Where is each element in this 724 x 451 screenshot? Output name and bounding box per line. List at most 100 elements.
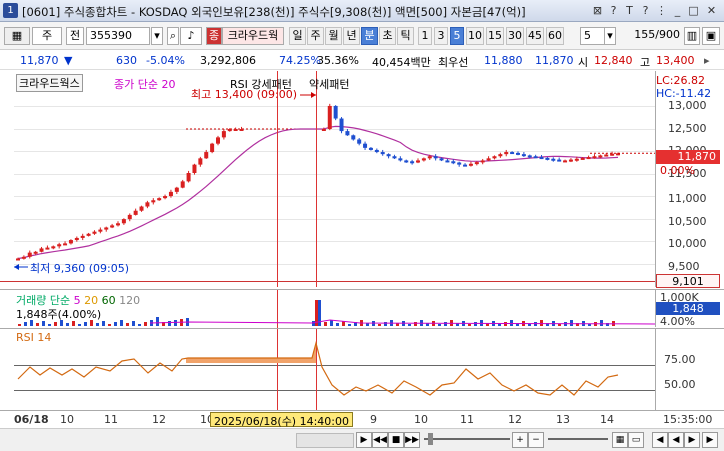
interval-tab[interactable]: 30 <box>506 27 524 45</box>
code-dropdown-icon[interactable]: ▾ <box>151 27 163 45</box>
candle <box>421 158 426 161</box>
date-tick: 14 <box>600 413 614 426</box>
stock-legend[interactable]: 크라우드웍스 <box>16 74 83 92</box>
info-expand-icon[interactable]: ▸ <box>704 54 710 67</box>
max-label: 최고 13,400 (09:00) <box>191 88 298 101</box>
rsi-legend[interactable]: RSI 14 <box>16 331 51 344</box>
volume-bar <box>168 321 171 326</box>
volume-ma-120: 120 <box>119 294 141 307</box>
period-tab[interactable]: 년 <box>343 27 360 45</box>
candle <box>180 181 185 188</box>
candle <box>163 196 168 199</box>
high-label: 고 <box>640 56 651 69</box>
scroll-track[interactable] <box>296 433 354 448</box>
candle <box>580 157 585 160</box>
date-tick: 12 <box>152 413 166 426</box>
rewind-icon[interactable]: ◀◀ <box>372 432 388 448</box>
rsi-fill <box>186 343 316 363</box>
save-icon[interactable]: ▣ <box>702 27 720 45</box>
price-tick: 11,000 <box>668 192 707 205</box>
candle <box>598 155 603 158</box>
chart-settings-icon[interactable]: ▥ <box>684 27 700 45</box>
period-tab[interactable]: 틱 <box>397 27 414 45</box>
interval-tab[interactable]: 1 <box>418 27 432 45</box>
open-label: 시 <box>578 56 589 69</box>
volume-bar <box>78 324 81 326</box>
zoom-in-icon[interactable]: + <box>512 432 528 448</box>
interval-tab[interactable]: 15 <box>486 27 504 45</box>
interval-dropdown-icon[interactable]: ▾ <box>604 27 616 45</box>
nav-last-icon[interactable]: ▶ <box>702 432 718 448</box>
interval-tab[interactable]: 60 <box>546 27 564 45</box>
candle <box>527 155 532 158</box>
candle <box>451 161 456 164</box>
close-icon[interactable]: ✕ <box>704 3 719 18</box>
zoom-out-icon[interactable]: − <box>528 432 544 448</box>
maximize-icon[interactable]: □ <box>686 3 701 18</box>
interval-tab[interactable]: 45 <box>526 27 544 45</box>
interval-tab[interactable]: 5 <box>450 27 464 45</box>
rate-value-2: 35.36% <box>317 54 359 67</box>
volume-current-badge: 1,848 <box>656 302 720 315</box>
rsi-chart[interactable] <box>0 329 655 411</box>
interval-tab[interactable]: 10 <box>466 27 484 45</box>
speed-slider-handle[interactable] <box>428 433 433 445</box>
candle <box>480 160 485 163</box>
volume-panel: 거래량 단순 5 20 60 120 1,848주(4.00%) <box>0 289 655 328</box>
candle <box>321 129 326 131</box>
price-panel: 크라우드웍스 종가 단순 20 RSI 강세패턴 약세패턴 최고 13,400 … <box>0 71 655 287</box>
period-tab[interactable]: 분 <box>361 27 378 45</box>
candle <box>51 246 56 249</box>
candle <box>16 258 20 261</box>
candle <box>92 231 97 234</box>
candle <box>198 158 203 165</box>
candle <box>151 200 156 203</box>
candle <box>98 229 103 232</box>
zoom-slider[interactable] <box>548 438 608 440</box>
date-tick: 06/18 <box>14 413 49 426</box>
help-icon[interactable]: ? <box>638 3 653 18</box>
nav-next-icon[interactable]: ▶ <box>684 432 700 448</box>
count-value[interactable]: 155 <box>634 28 655 41</box>
interval-tab[interactable]: 3 <box>434 27 448 45</box>
candle <box>21 256 26 259</box>
speed-slider[interactable] <box>424 438 510 440</box>
sound-icon[interactable]: ♪ <box>180 27 202 45</box>
candle <box>174 187 179 192</box>
candle <box>498 154 503 157</box>
ma-legend[interactable]: 종가 단순 20 <box>114 76 175 92</box>
stop-icon[interactable]: ■ <box>388 432 404 448</box>
market-select[interactable]: 주 <box>32 27 62 45</box>
window-title: [0601] 주식종합차트 - KOSDAQ 외국인보유[238(천)] 주식수… <box>22 5 526 19</box>
period-tab[interactable]: 일 <box>289 27 306 45</box>
code-input[interactable]: 355390 <box>86 27 150 45</box>
volume-bar <box>468 324 471 326</box>
grid-icon[interactable]: ▦ <box>612 432 628 448</box>
period-tab[interactable]: 주 <box>307 27 324 45</box>
more-icon[interactable]: ⋮ <box>654 3 669 18</box>
prev-button[interactable]: 전 <box>66 27 84 45</box>
period-tab[interactable]: 월 <box>325 27 342 45</box>
toolbar: ▦ 주 전 355390 ▾ ⌕ ♪ 종 크라우드웍 일주월년분초틱 1 3 5 10… <box>0 22 724 50</box>
candle <box>604 154 609 157</box>
weak-pattern-legend[interactable]: 약세패턴 <box>309 76 349 92</box>
search-icon[interactable]: ⌕ <box>167 27 179 45</box>
tip-icon[interactable]: ? <box>606 3 621 18</box>
forward-icon[interactable]: ▶▶ <box>404 432 420 448</box>
layout-icon[interactable]: ▦ <box>4 27 30 45</box>
nav-prev-icon[interactable]: ◀ <box>668 432 684 448</box>
candle <box>574 158 579 161</box>
candle <box>45 247 50 250</box>
period-tab[interactable]: 초 <box>379 27 396 45</box>
pin-icon[interactable]: T <box>622 3 637 18</box>
fit-icon[interactable]: ▭ <box>628 432 644 448</box>
app-icon: 1 <box>3 3 18 18</box>
price-chart[interactable] <box>0 71 655 287</box>
price-tick: 10,000 <box>668 237 707 250</box>
play-icon[interactable]: ▶ <box>356 432 372 448</box>
link-icon[interactable]: ⊠ <box>590 3 605 18</box>
cursor-value-badge: 9,101 <box>656 274 720 288</box>
candle <box>445 160 450 163</box>
minimize-icon[interactable]: _ <box>670 3 685 18</box>
nav-first-icon[interactable]: ◀ <box>652 432 668 448</box>
